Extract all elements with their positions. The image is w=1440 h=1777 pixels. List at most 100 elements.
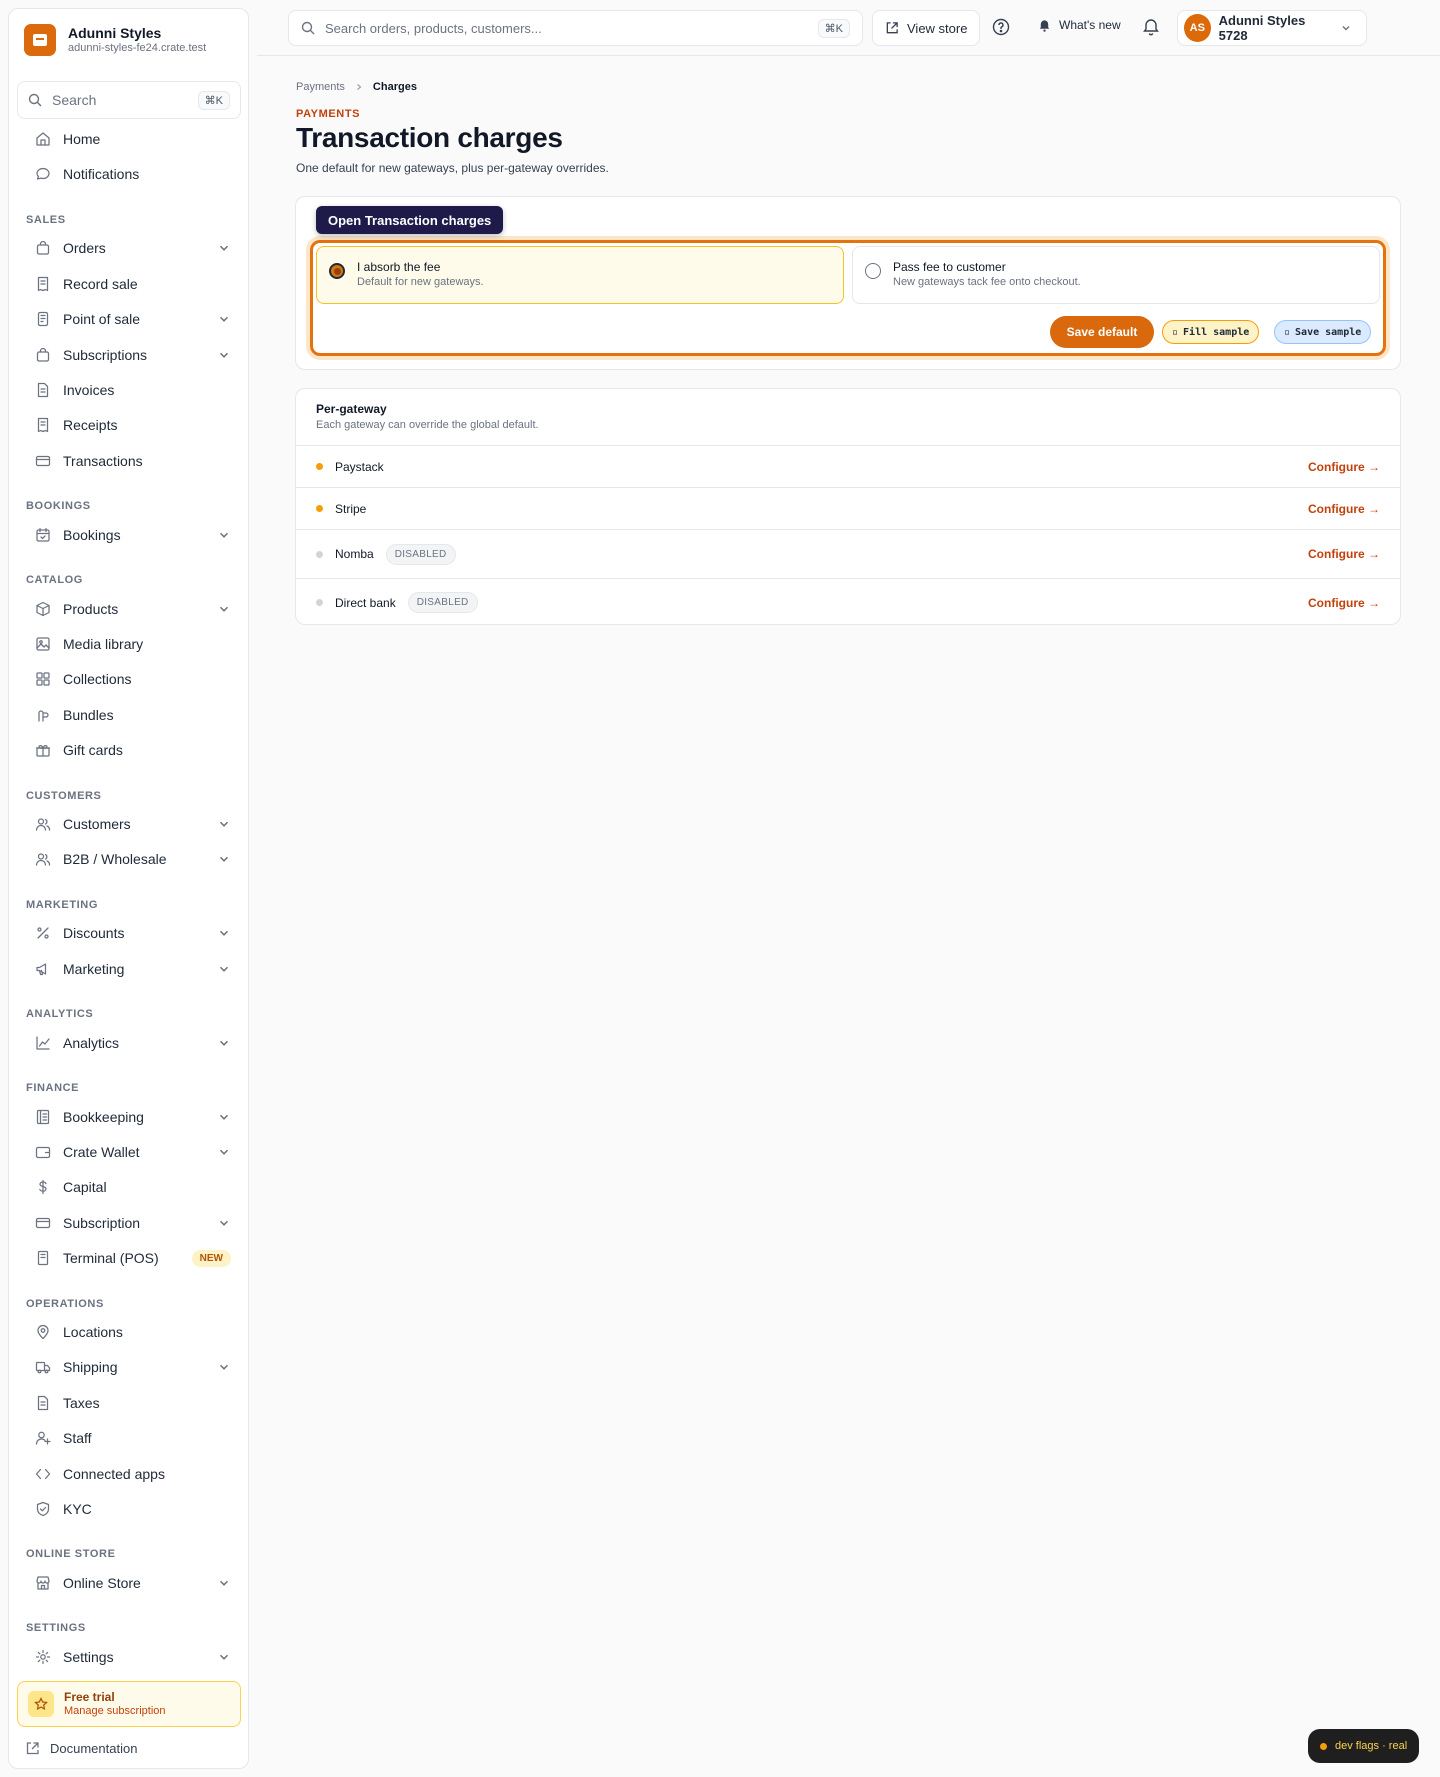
sidebar-item-invoices[interactable]: Invoices xyxy=(25,375,239,405)
sidebar-item-products[interactable]: Products xyxy=(25,594,239,624)
configure-link[interactable]: Configure → xyxy=(1308,460,1380,474)
sidebar-item-gift-cards[interactable]: Gift cards xyxy=(25,735,239,765)
sidebar-item-terminal-pos[interactable]: Terminal (POS) NEW xyxy=(25,1243,239,1273)
star-icon xyxy=(28,1691,54,1717)
account-menu[interactable]: AS Adunni Styles 5728 xyxy=(1177,10,1367,46)
sidebar-item-customers[interactable]: Customers xyxy=(25,809,239,839)
sidebar-item-label: Analytics xyxy=(63,1034,120,1051)
dev-flags-label: dev flags · real xyxy=(1335,1740,1408,1752)
users-icon xyxy=(35,816,51,832)
sidebar: Adunni Styles adunni-styles-fe24.crate.t… xyxy=(8,8,249,1769)
chevron-down-icon[interactable] xyxy=(217,1036,231,1050)
shortcut-badge: ⌘K xyxy=(197,90,230,110)
sidebar-search[interactable]: Search ⌘K xyxy=(17,81,241,119)
sidebar-item-collections[interactable]: Collections xyxy=(25,664,239,694)
grid-icon xyxy=(35,671,51,687)
sidebar-item-subscriptions[interactable]: Subscriptions xyxy=(25,340,239,370)
sidebar-item-bundles[interactable]: Bundles xyxy=(25,700,239,730)
page-subtitle: One default for new gateways, plus per-g… xyxy=(296,161,609,175)
sidebar-item-record-sale[interactable]: Record sale xyxy=(25,269,239,299)
whats-new-label: What's new xyxy=(1059,18,1121,32)
global-search-input[interactable]: Search orders, products, customers... ⌘K xyxy=(288,10,863,46)
whats-new-button[interactable]: What's new xyxy=(1038,18,1121,32)
chevron-down-icon[interactable] xyxy=(217,1110,231,1124)
sidebar-item-subscription[interactable]: Subscription xyxy=(25,1208,239,1238)
sidebar-item-discounts[interactable]: Discounts xyxy=(25,918,239,948)
sidebar-item-label: Collections xyxy=(63,671,132,688)
sidebar-item-taxes[interactable]: Taxes xyxy=(25,1388,239,1418)
chevron-down-icon[interactable] xyxy=(217,241,231,255)
chevron-down-icon[interactable] xyxy=(217,1650,231,1664)
chevron-down-icon[interactable] xyxy=(217,1216,231,1230)
chevron-down-icon[interactable] xyxy=(217,528,231,542)
save-sample-button[interactable]: ▫ Save sample xyxy=(1274,320,1372,344)
sidebar-item-media-library[interactable]: Media library xyxy=(25,629,239,659)
configure-link[interactable]: Configure → xyxy=(1308,547,1380,561)
chevron-down-icon[interactable] xyxy=(217,312,231,326)
configure-link[interactable]: Configure → xyxy=(1308,502,1380,516)
brand[interactable]: Adunni Styles adunni-styles-fe24.crate.t… xyxy=(24,24,206,56)
dev-flags-badge[interactable]: dev flags · real xyxy=(1308,1729,1420,1763)
sidebar-item-orders[interactable]: Orders xyxy=(25,233,239,263)
sidebar-item-capital[interactable]: Capital xyxy=(25,1172,239,1202)
breadcrumb-payments[interactable]: Payments xyxy=(296,81,345,93)
gateway-row-direct-bank: Direct bank DISABLED Configure → xyxy=(296,578,1400,624)
view-store-label: View store xyxy=(907,20,968,36)
sidebar-item-kyc[interactable]: KYC xyxy=(25,1494,239,1524)
absorb-fee-subtitle: Default for new gateways. xyxy=(357,276,484,288)
chevron-down-icon[interactable] xyxy=(217,817,231,831)
chevron-down-icon xyxy=(1340,22,1352,34)
pin-icon xyxy=(35,1324,51,1340)
sidebar-item-bookings[interactable]: Bookings xyxy=(25,520,239,550)
free-trial-card[interactable]: Free trial Manage subscription xyxy=(17,1681,241,1727)
sidebar-item-bookkeeping[interactable]: Bookkeeping xyxy=(25,1102,239,1132)
sidebar-item-marketing[interactable]: Marketing xyxy=(25,954,239,984)
chevron-down-icon[interactable] xyxy=(217,1145,231,1159)
square-icon: ▫ xyxy=(1172,326,1179,338)
sidebar-item-transactions[interactable]: Transactions xyxy=(25,446,239,476)
code-icon xyxy=(35,1466,51,1482)
sidebar-item-settings[interactable]: Settings xyxy=(25,1642,239,1672)
sidebar-item-online-store[interactable]: Online Store xyxy=(25,1568,239,1598)
help-icon[interactable] xyxy=(992,18,1010,36)
sidebar-item-b2b-wholesale[interactable]: B2B / Wholesale xyxy=(25,844,239,874)
chevron-down-icon[interactable] xyxy=(217,852,231,866)
notifications-bell-icon[interactable] xyxy=(1142,18,1160,36)
gateway-name: Stripe xyxy=(335,501,367,516)
chevron-down-icon[interactable] xyxy=(217,1360,231,1374)
chevron-down-icon[interactable] xyxy=(217,926,231,940)
documentation-link[interactable]: Documentation xyxy=(25,1741,137,1756)
sidebar-item-staff[interactable]: Staff xyxy=(25,1423,239,1453)
sidebar-item-point-of-sale[interactable]: Point of sale xyxy=(25,304,239,334)
breadcrumb: Payments Charges xyxy=(296,81,417,93)
save-default-button[interactable]: Save default xyxy=(1050,316,1154,348)
fill-sample-button[interactable]: ▫ Fill sample xyxy=(1162,320,1260,344)
sidebar-item-notifications[interactable]: Notifications xyxy=(25,159,239,189)
gift-icon xyxy=(35,742,51,758)
chevron-down-icon[interactable] xyxy=(217,1576,231,1590)
box-icon xyxy=(35,601,51,617)
configure-link[interactable]: Configure → xyxy=(1308,596,1380,610)
gateway-row-paystack: Paystack Configure → xyxy=(296,445,1400,487)
chevron-down-icon[interactable] xyxy=(217,348,231,362)
manage-subscription-link[interactable]: Manage subscription xyxy=(64,1704,166,1718)
card-icon xyxy=(35,1215,51,1231)
pass-fee-option[interactable]: Pass fee to customer New gateways tack f… xyxy=(852,246,1380,304)
view-store-button[interactable]: View store xyxy=(872,10,981,46)
sidebar-item-crate-wallet[interactable]: Crate Wallet xyxy=(25,1137,239,1167)
sidebar-item-locations[interactable]: Locations xyxy=(25,1317,239,1347)
absorb-fee-radio[interactable] xyxy=(329,263,345,279)
pass-fee-radio[interactable] xyxy=(865,263,881,279)
sidebar-item-analytics[interactable]: Analytics xyxy=(25,1028,239,1058)
sidebar-item-receipts[interactable]: Receipts xyxy=(25,410,239,440)
chart-icon xyxy=(35,1035,51,1051)
dollar-icon xyxy=(35,1179,51,1195)
sidebar-item-label: Terminal (POS) xyxy=(63,1250,159,1267)
sidebar-item-connected-apps[interactable]: Connected apps xyxy=(25,1459,239,1489)
absorb-fee-option[interactable]: I absorb the fee Default for new gateway… xyxy=(316,246,844,304)
chevron-down-icon[interactable] xyxy=(217,602,231,616)
sidebar-item-shipping[interactable]: Shipping xyxy=(25,1352,239,1382)
chevron-down-icon[interactable] xyxy=(217,962,231,976)
gateway-name: Direct bank xyxy=(335,595,396,610)
sidebar-item-home[interactable]: Home xyxy=(25,124,239,154)
